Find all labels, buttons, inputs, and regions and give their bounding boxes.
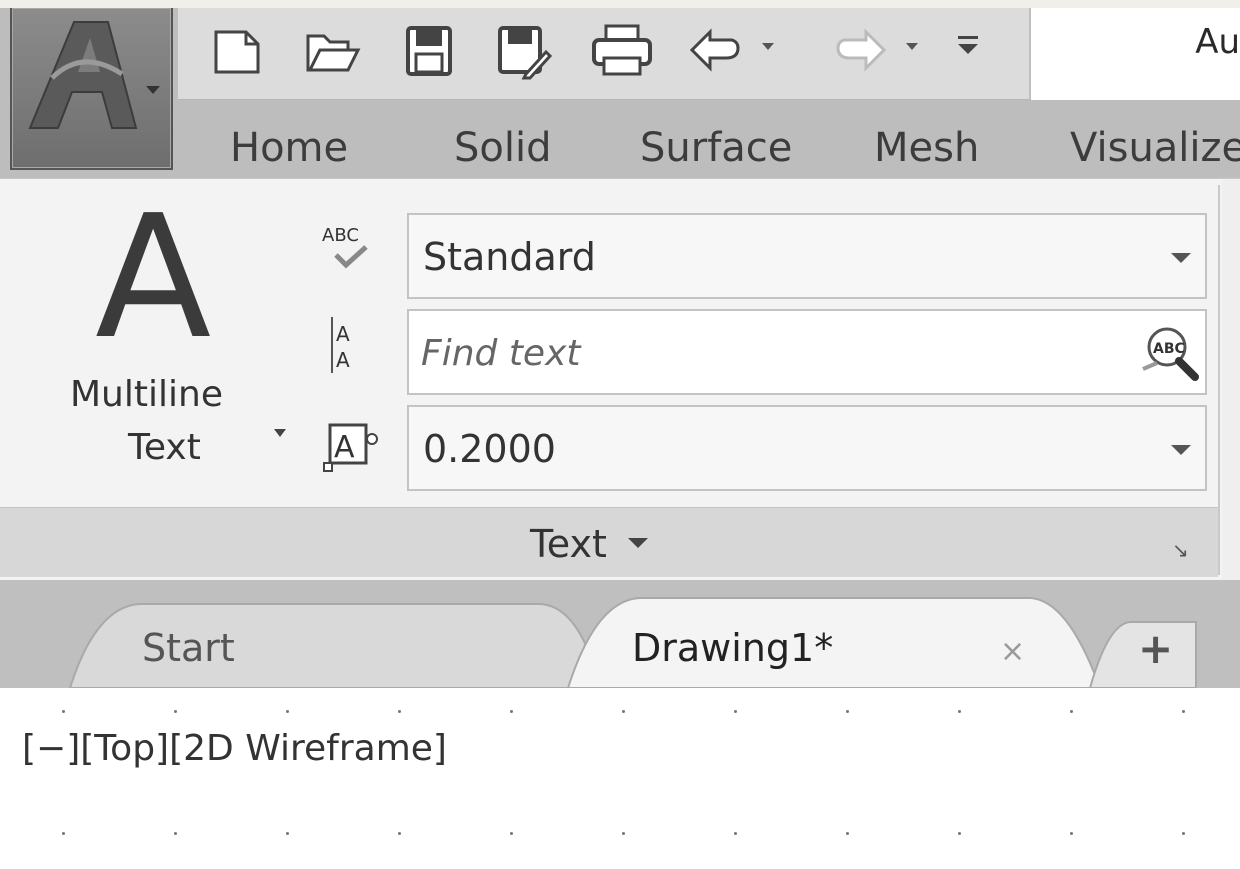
close-icon[interactable]: × [1000, 634, 1025, 669]
grid-dot [1070, 832, 1073, 835]
new-icon[interactable] [208, 22, 266, 80]
chevron-down-icon [1171, 253, 1191, 263]
grid-dot [622, 832, 625, 835]
grid-dot [734, 710, 737, 713]
grid-dot [286, 710, 289, 713]
grid-dot [846, 710, 849, 713]
multiline-text-icon: A [95, 179, 212, 377]
text-height-select[interactable]: 0.2000 [407, 405, 1207, 491]
plus-icon: + [1138, 624, 1174, 673]
text-style-value: Standard [423, 235, 596, 279]
find-replace-icon[interactable]: ABC [1137, 319, 1201, 387]
grid-dot [846, 832, 849, 835]
multiline-text-label-line2: Text [128, 427, 201, 468]
grid-dot [62, 832, 65, 835]
drawing1-tab[interactable]: Drawing1* × [590, 600, 1090, 688]
svg-text:A: A [336, 322, 350, 346]
text-style-select[interactable]: Standard [407, 213, 1207, 299]
svg-text:A: A [336, 348, 350, 372]
text-height-scale-icon[interactable]: A A [326, 313, 366, 381]
panel-expand-icon[interactable] [628, 538, 648, 548]
grid-dot [174, 832, 177, 835]
new-drawing-tab[interactable]: + [1118, 620, 1198, 678]
ribbon-panel-area: A Multiline Text ABC Standard A A Find t [0, 178, 1240, 581]
save-icon[interactable] [404, 22, 454, 80]
tab-solid[interactable]: Solid [454, 100, 551, 178]
quick-access-toolbar [178, 8, 1030, 100]
undo-icon[interactable] [686, 22, 746, 80]
svg-text:ABC: ABC [322, 225, 359, 246]
grid-dot [286, 832, 289, 835]
grid-dot [1182, 710, 1185, 713]
text-height-value: 0.2000 [423, 427, 556, 471]
text-height-icon[interactable]: A [320, 419, 384, 481]
text-panel-title-bar[interactable]: Text ↘ [0, 507, 1218, 577]
multiline-text-dropdown-icon[interactable] [274, 429, 286, 437]
tab-home[interactable]: Home [230, 100, 348, 178]
window-title: Au [1195, 22, 1240, 62]
grid-dot [734, 832, 737, 835]
text-panel-title: Text [530, 522, 607, 566]
autocad-logo-icon [28, 21, 160, 129]
grid-dot [62, 710, 65, 713]
multiline-text-button[interactable]: A Multiline Text [40, 193, 300, 479]
chevron-down-icon [1171, 445, 1191, 455]
autocad-window: Au Home Solid Surface Mesh Visualize A M… [0, 8, 1240, 869]
plot-icon[interactable] [590, 22, 654, 80]
dialog-launcher-icon[interactable]: ↘ [1172, 538, 1189, 562]
find-text-placeholder: Find text [421, 333, 581, 374]
grid-dot [398, 832, 401, 835]
customize-icon[interactable] [956, 30, 980, 60]
next-panel-edge [1222, 179, 1240, 581]
grid-dot [958, 710, 961, 713]
open-icon[interactable] [302, 22, 362, 80]
drawing-canvas[interactable]: [−][Top][2D Wireframe] [0, 688, 1240, 869]
grid-dot [622, 710, 625, 713]
panel-divider [1218, 185, 1220, 575]
grid-dot [510, 710, 513, 713]
grid-dot [174, 710, 177, 713]
application-menu-button[interactable] [10, 8, 173, 170]
svg-text:A: A [334, 430, 355, 465]
grid-dot [958, 832, 961, 835]
drawing1-tab-label: Drawing1* [632, 626, 834, 670]
grid-dot [1182, 832, 1185, 835]
title-bar: Au [1031, 8, 1240, 100]
tab-surface[interactable]: Surface [640, 100, 792, 178]
find-text-input[interactable]: Find text ABC [407, 309, 1207, 395]
redo-dropdown-icon[interactable] [904, 38, 920, 54]
tab-mesh[interactable]: Mesh [874, 100, 979, 178]
svg-text:ABC: ABC [1153, 341, 1185, 357]
save-as-icon[interactable] [496, 22, 552, 80]
tab-visualize[interactable]: Visualize [1070, 100, 1240, 178]
undo-dropdown-icon[interactable] [760, 38, 776, 54]
start-tab[interactable]: Start [70, 600, 590, 688]
multiline-text-label-line1: Multiline [70, 374, 223, 415]
grid-dot [398, 710, 401, 713]
grid-dot [1070, 710, 1073, 713]
start-tab-label: Start [142, 626, 235, 670]
file-tabs-bar: Start Drawing1* × + [0, 580, 1240, 688]
grid-dot [510, 832, 513, 835]
check-spelling-icon[interactable]: ABC [318, 221, 388, 281]
redo-icon[interactable] [830, 22, 890, 80]
viewport-controls[interactable]: [−][Top][2D Wireframe] [22, 728, 447, 769]
